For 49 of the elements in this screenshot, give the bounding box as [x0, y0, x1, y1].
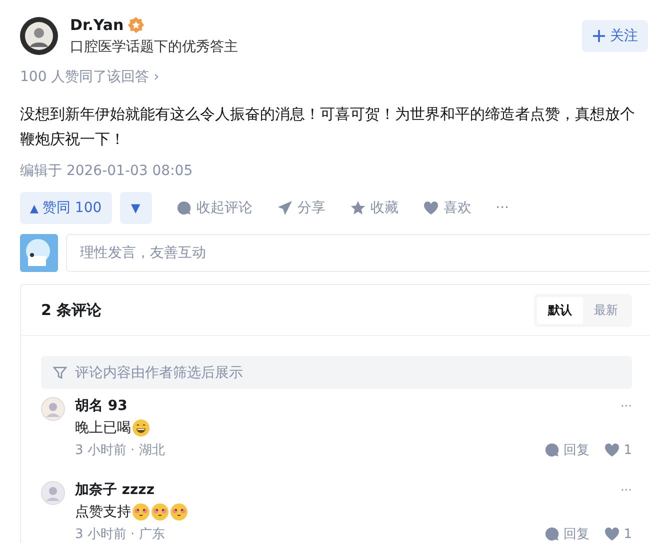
paper-plane-icon	[276, 200, 293, 216]
author-name[interactable]: Dr.Yan	[70, 16, 124, 34]
user-avatar[interactable]	[41, 397, 65, 421]
user-avatar[interactable]	[41, 481, 65, 505]
heart-icon	[422, 200, 439, 216]
upvote-button[interactable]: ▲ 赞同 100	[20, 192, 112, 224]
blushing-emoji-icon	[151, 503, 169, 521]
more-button[interactable]: ···	[620, 483, 632, 497]
sort-tab[interactable]: 最新	[583, 296, 629, 324]
follow-button[interactable]: 关注	[582, 20, 648, 52]
more-button[interactable]: ···	[496, 200, 509, 216]
sort-tab[interactable]: 默认	[537, 296, 583, 324]
upvote-summary-link[interactable]: 100 人赞同了该回答 ›	[20, 68, 648, 86]
comment-text: 点赞支持	[75, 503, 131, 521]
heart-icon	[604, 442, 620, 458]
comment-button[interactable]: 收起评论	[176, 199, 253, 217]
comment-meta: 3 小时前 · 湖北	[75, 442, 165, 459]
notice-text: 评论内容由作者筛选后展示	[75, 364, 243, 382]
share-button[interactable]: 分享	[276, 199, 326, 217]
comment-input[interactable]: 理性发言，友善互动	[66, 234, 650, 272]
commenter-name[interactable]: 加奈子 zzzz	[75, 481, 154, 499]
grinning-emoji-icon	[132, 419, 150, 437]
heart-icon	[604, 526, 620, 542]
avatar[interactable]	[20, 17, 58, 55]
comment-text: 晚上已喝	[75, 419, 131, 437]
heart-button[interactable]: 喜欢	[422, 199, 472, 217]
star-button[interactable]: 收藏	[350, 199, 399, 217]
comment-icon	[544, 442, 560, 458]
comment-meta: 3 小时前 · 广东	[75, 526, 165, 543]
filter-icon	[53, 366, 67, 380]
comment-icon	[544, 526, 560, 542]
star-badge-icon	[128, 17, 144, 33]
like-button[interactable]: 1	[604, 442, 632, 458]
blushing-emoji-icon	[132, 503, 150, 521]
reply-button[interactable]: 回复	[544, 525, 590, 543]
comment-icon	[176, 200, 192, 216]
star-icon	[350, 200, 366, 216]
more-button[interactable]: ···	[620, 399, 632, 413]
author-subtitle: 口腔医学话题下的优秀答主	[70, 38, 239, 56]
edit-time: 编辑于 2026-01-03 08:05	[20, 162, 194, 180]
downvote-button[interactable]: ▼	[120, 192, 152, 224]
like-button[interactable]: 1	[604, 526, 632, 542]
blushing-emoji-icon	[170, 503, 188, 521]
comment-count: 2 条评论	[41, 300, 102, 320]
answer-text: 没想到新年伊始就能有这么令人振奋的消息！可喜可贺！为世界和平的缔造者点赞，真想放个鞭炮庆祝一下！	[20, 104, 636, 150]
commenter-name[interactable]: 胡名 93	[75, 397, 128, 415]
avatar	[20, 234, 58, 272]
reply-button[interactable]: 回复	[544, 441, 590, 459]
plus-icon	[592, 29, 606, 43]
